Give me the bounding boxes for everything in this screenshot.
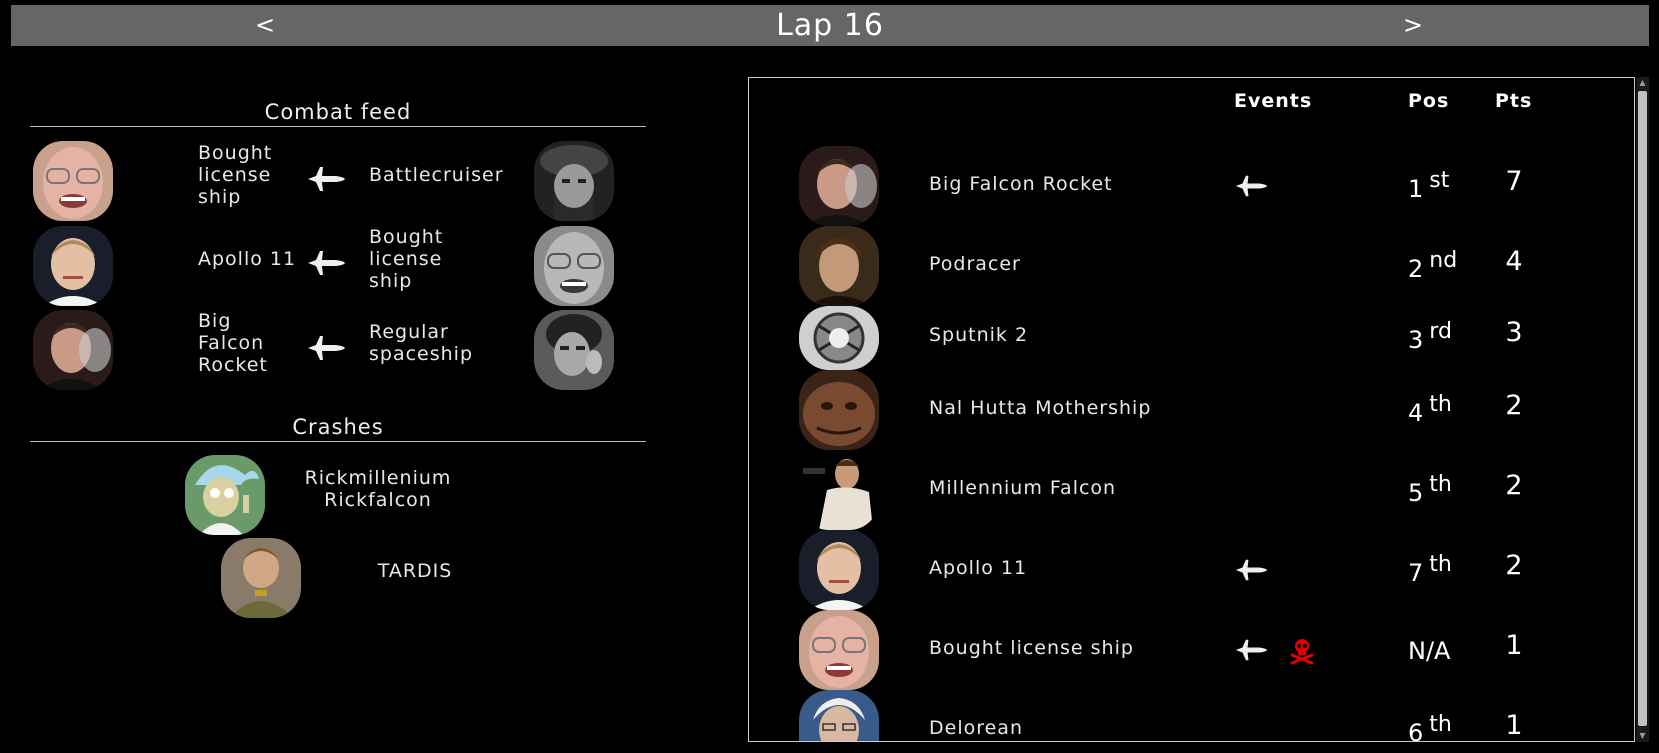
racer-position: 2nd (1408, 248, 1458, 283)
scroll-up-icon[interactable]: ▲ (1638, 78, 1647, 88)
standings-row: Nal Hutta Mothership 4th 2 (749, 370, 1629, 450)
racer-position: 4th (1408, 392, 1452, 427)
racer-position: 7th (1408, 552, 1452, 587)
fighter-jet-icon (1234, 638, 1268, 662)
racer-name: Nal Hutta Mothership (929, 397, 1152, 419)
fighter-jet-icon (306, 165, 346, 193)
racer-avatar (799, 690, 879, 741)
next-lap-button[interactable]: > (1393, 5, 1433, 46)
standings-row: Podracer 2nd 4 (749, 226, 1629, 306)
racer-name: Big Falcon Rocket (929, 173, 1113, 195)
attacker-name: Apollo 11 (198, 248, 297, 270)
racer-points: 1 (1505, 630, 1523, 661)
racer-avatar (799, 610, 879, 690)
scroll-down-icon[interactable]: ▼ (1638, 731, 1647, 741)
attacker-avatar (33, 226, 113, 306)
defender-name: Bought license ship (369, 226, 444, 292)
racer-avatar (799, 226, 879, 306)
crash-avatar (185, 455, 265, 535)
racer-position: 3rd (1408, 319, 1452, 354)
scrollbar-thumb[interactable] (1638, 91, 1647, 726)
fighter-jet-icon (306, 249, 346, 277)
lap-bar: < Lap 16 > (11, 5, 1649, 46)
racer-name: Delorean (929, 717, 1023, 739)
racer-points: 2 (1505, 550, 1523, 581)
combat-feed-divider (30, 126, 646, 127)
fighter-jet-icon (306, 334, 346, 362)
racer-position: N/A (1408, 637, 1451, 665)
crashes-title: Crashes (292, 415, 384, 439)
fighter-jet-icon (1234, 174, 1268, 198)
standings-panel[interactable]: Events Pos Pts Big Falcon Rocket 1st 7 P… (748, 77, 1635, 742)
racer-points: 3 (1505, 317, 1523, 348)
racer-avatar (799, 306, 879, 370)
attacker-name: Big Falcon Rocket (198, 310, 268, 376)
crash-name: TARDIS (377, 560, 453, 582)
racer-points: 7 (1505, 166, 1523, 197)
racer-position: 5th (1408, 472, 1452, 507)
standings-scrollbar[interactable]: ▲ ▼ (1636, 77, 1649, 742)
crash-avatar (221, 538, 301, 618)
standings-row: Bought license ship N/A 1 (749, 610, 1629, 690)
racer-name: Podracer (929, 253, 1021, 275)
defender-avatar (534, 141, 614, 221)
attacker-avatar (33, 310, 113, 390)
position-header: Pos (1408, 90, 1450, 112)
racer-points: 1 (1505, 710, 1523, 741)
crash-name: Rickmillenium Rickfalcon (304, 467, 452, 511)
standings-row: Millennium Falcon 5th 2 (749, 450, 1629, 530)
standings-row: Delorean 6th 1 (749, 690, 1629, 742)
racer-avatar (799, 530, 879, 610)
attacker-name: Bought license ship (198, 142, 273, 208)
racer-points: 2 (1505, 470, 1523, 501)
racer-avatar (799, 146, 879, 226)
defender-avatar (534, 310, 614, 390)
racer-points: 2 (1505, 390, 1523, 421)
standings-row: Apollo 11 7th 2 (749, 530, 1629, 610)
defender-name: Battlecruiser (369, 164, 504, 186)
racer-name: Millennium Falcon (929, 477, 1117, 499)
attacker-avatar (33, 141, 113, 221)
racer-name: Bought license ship (929, 637, 1134, 659)
crashes-divider (30, 441, 646, 442)
skull-crossbones-icon (1288, 637, 1316, 665)
racer-name: Apollo 11 (929, 557, 1028, 579)
racer-position: 1st (1408, 168, 1450, 203)
defender-avatar (534, 226, 614, 306)
defender-name: Regular spaceship (369, 321, 474, 365)
racer-avatar (799, 450, 879, 530)
combat-feed-title: Combat feed (264, 100, 412, 124)
standings-row: Big Falcon Rocket 1st 7 (749, 146, 1629, 226)
points-header: Pts (1495, 90, 1533, 112)
events-header: Events (1234, 90, 1313, 112)
racer-position: 6th (1408, 712, 1452, 742)
racer-name: Sputnik 2 (929, 324, 1029, 346)
racer-points: 4 (1505, 246, 1523, 277)
fighter-jet-icon (1234, 558, 1268, 582)
racer-avatar (799, 370, 879, 450)
